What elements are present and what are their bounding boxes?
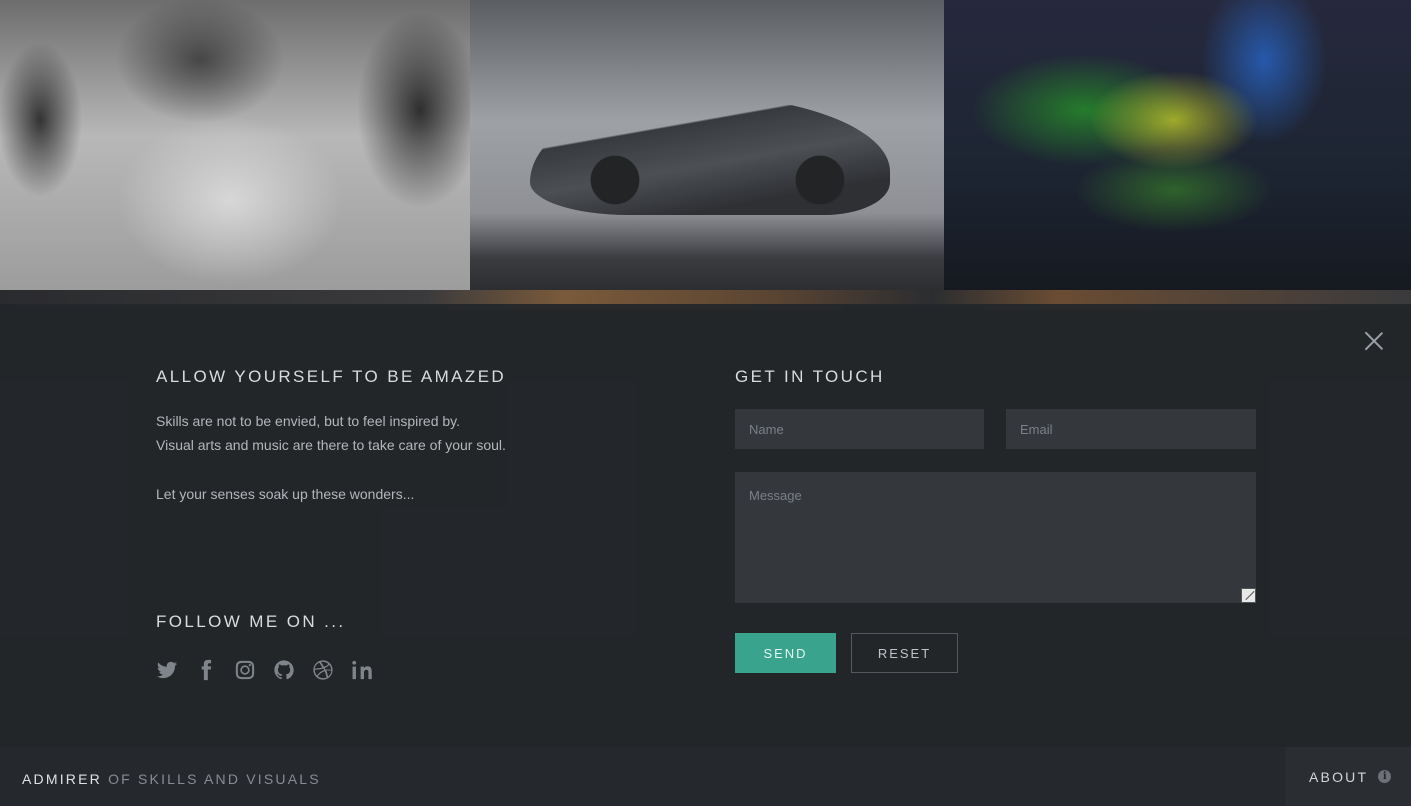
github-icon[interactable] <box>273 658 295 682</box>
close-icon[interactable] <box>1364 331 1384 351</box>
site-brand[interactable]: Admirer of Skills and Visuals <box>22 771 321 787</box>
about-button[interactable]: About i <box>1285 747 1411 806</box>
about-heading: Allow yourself to be amazed <box>156 367 507 386</box>
contact-heading: Get in touch <box>735 367 885 386</box>
about-label: About <box>1309 768 1369 785</box>
about-closing: Let your senses soak up these wonders... <box>156 486 415 502</box>
name-field[interactable] <box>735 409 984 449</box>
email-field[interactable] <box>1006 409 1256 449</box>
about-line-1: Skills are not to be envied, but to feel… <box>156 413 461 429</box>
instagram-icon[interactable] <box>234 658 256 682</box>
info-icon: i <box>1378 770 1392 783</box>
brand-tagline: of Skills and Visuals <box>108 771 321 787</box>
reset-button[interactable]: Reset <box>851 633 958 673</box>
footer-bar: Admirer of Skills and Visuals <box>0 747 1285 806</box>
linkedin-icon[interactable] <box>351 658 373 682</box>
about-line-2: Visual arts and music are there to take … <box>156 437 506 453</box>
gallery-thumb-portrait[interactable] <box>0 0 470 304</box>
message-field[interactable] <box>735 472 1256 603</box>
gallery-thumb-car[interactable] <box>470 0 944 304</box>
send-button[interactable]: Send <box>735 633 836 673</box>
resize-handle[interactable] <box>1241 588 1256 603</box>
gallery-thumb-aurora[interactable] <box>944 0 1411 304</box>
social-links <box>156 658 390 682</box>
dribbble-icon[interactable] <box>312 658 334 682</box>
follow-heading: Follow me on ... <box>156 612 346 631</box>
car-image <box>530 95 890 215</box>
twitter-icon[interactable] <box>156 658 178 682</box>
facebook-icon[interactable] <box>195 658 217 682</box>
brand-name: Admirer <box>22 771 102 787</box>
